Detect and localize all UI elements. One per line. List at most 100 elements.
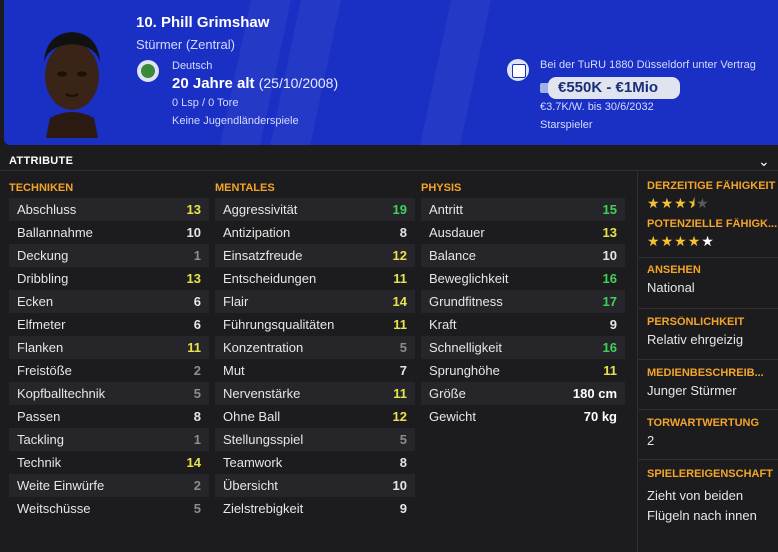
star-icon: ⯨ — [687, 195, 697, 211]
attribute-row[interactable]: Weitschüsse 5 — [9, 497, 209, 520]
star-icon: ★ — [696, 195, 710, 211]
physis-column: PHYSIS Antritt 15 Ausdauer 13 Balance 10 Beweg… — [421, 181, 625, 428]
attribute-row[interactable]: Mut 7 — [215, 359, 415, 382]
mentales-heading: MENTALES — [215, 182, 275, 194]
attribute-label: Ausdauer — [429, 225, 485, 240]
attribute-row[interactable]: Ausdauer 13 — [421, 221, 625, 244]
star-icon: ★ — [647, 195, 661, 211]
club-badge-icon[interactable] — [507, 59, 529, 81]
contract-info[interactable]: Bei der TuRU 1880 Düsseldorf unter Vertr… — [540, 59, 756, 71]
attribute-row[interactable]: Technik 14 — [9, 451, 209, 474]
attribute-value: 2 — [193, 363, 201, 378]
attribute-value: 6 — [193, 317, 201, 332]
international-apps: 0 Lsp / 0 Tore — [172, 97, 239, 109]
attribute-value: 14 — [392, 294, 407, 309]
attribute-row[interactable]: Dribbling 13 — [9, 267, 209, 290]
divider — [638, 359, 778, 360]
attribute-value: 13 — [602, 225, 617, 240]
attribute-row[interactable]: Stellungsspiel 5 — [215, 428, 415, 451]
potential-ability-stars: ★★★★★ — [647, 232, 777, 250]
attribute-value: 2 — [193, 478, 201, 493]
attribute-row[interactable]: Gewicht 70 kg — [421, 405, 625, 428]
player-trait-line[interactable]: Flügeln nach innen — [647, 506, 777, 526]
star-icon: ★ — [674, 195, 688, 211]
star-icon: ★ — [674, 233, 688, 249]
nation-badge-icon — [141, 64, 155, 78]
potential-ability-block: POTENZIELLE FÄHIGK... ★★★★★ — [647, 218, 777, 250]
attribute-row[interactable]: Ballannahme 10 — [9, 221, 209, 244]
divider — [638, 459, 778, 460]
attribute-row[interactable]: Antritt 15 — [421, 198, 625, 221]
attribute-row[interactable]: Antizipation 8 — [215, 221, 415, 244]
attribute-row[interactable]: Aggressivität 19 — [215, 198, 415, 221]
attribute-value: 11 — [393, 271, 407, 286]
attribute-row[interactable]: Flair 14 — [215, 290, 415, 313]
attribute-row[interactable]: Zielstrebigkeit 9 — [215, 497, 415, 520]
attribute-label: Elfmeter — [17, 317, 66, 332]
chevron-down-icon[interactable]: ⌄ — [758, 153, 770, 170]
attribute-row[interactable]: Deckung 1 — [9, 244, 209, 267]
reputation-heading: ANSEHEN — [647, 264, 701, 276]
player-portrait — [44, 32, 100, 138]
attribute-row[interactable]: Nervenstärke 11 — [215, 382, 415, 405]
attribute-value: 70 kg — [583, 409, 617, 424]
attribute-label: Grundfitness — [429, 294, 503, 309]
player-traits-heading: SPIELEREIGENSCHAFT — [647, 468, 773, 480]
media-description-value: Junger Stürmer — [647, 383, 737, 398]
media-description-block: MEDIENBESCHREIB... Junger Stürmer — [647, 367, 777, 401]
nation-flag-icon[interactable] — [137, 60, 159, 82]
personality-value: Relativ ehrgeizig — [647, 332, 744, 347]
attribute-row[interactable]: Entscheidungen 11 — [215, 267, 415, 290]
club-crest-icon — [512, 64, 526, 78]
star-icon: ★ — [660, 195, 675, 211]
attribute-row[interactable]: Übersicht 10 — [215, 474, 415, 497]
attribute-label: Antizipation — [223, 225, 291, 240]
transfer-value[interactable]: €550K - €1Mio — [548, 77, 680, 99]
attribute-row[interactable]: Kopfballtechnik 5 — [9, 382, 209, 405]
attribute-row[interactable]: Tackling 1 — [9, 428, 209, 451]
attribute-row[interactable]: Freistöße 2 — [9, 359, 209, 382]
attribute-label: Freistöße — [17, 363, 72, 378]
date-of-birth: (25/10/2008) — [258, 75, 339, 91]
attribute-label: Stellungsspiel — [223, 432, 304, 447]
attribute-row[interactable]: Elfmeter 6 — [9, 313, 209, 336]
attribute-row[interactable]: Balance 10 — [421, 244, 625, 267]
attribute-row[interactable]: Abschluss 13 — [9, 198, 209, 221]
player-trait-line[interactable]: Zieht von beiden — [647, 486, 777, 506]
attribute-value: 6 — [193, 294, 201, 309]
attribute-row[interactable]: Konzentration 5 — [215, 336, 415, 359]
attribute-row[interactable]: Führungsqualitäten 11 — [215, 313, 415, 336]
attribute-value: 12 — [392, 248, 407, 263]
attribute-label: Flair — [223, 294, 249, 309]
attribute-row[interactable]: Ohne Ball 12 — [215, 405, 415, 428]
nationality: Deutsch — [172, 60, 213, 72]
divider — [638, 409, 778, 410]
attribute-row[interactable]: Weite Einwürfe 2 — [9, 474, 209, 497]
star-icon: ★ — [660, 233, 675, 249]
attribute-label: Beweglichkeit — [429, 271, 509, 286]
attribute-row[interactable]: Grundfitness 17 — [421, 290, 625, 313]
attribute-row[interactable]: Sprunghöhe 11 — [421, 359, 625, 382]
reputation-block: ANSEHEN National — [647, 264, 777, 298]
attribute-value: 17 — [602, 294, 617, 309]
star-icon: ★ — [647, 233, 661, 249]
techniken-column: TECHNIKEN Abschluss 13 Ballannahme 10 Deckun… — [9, 181, 209, 520]
attribute-row[interactable]: Teamwork 8 — [215, 451, 415, 474]
attribute-row[interactable]: Passen 8 — [9, 405, 209, 428]
gk-rating-value: 2 — [647, 433, 655, 448]
attribute-value: 1 — [193, 248, 201, 263]
attribute-row[interactable]: Kraft 9 — [421, 313, 625, 336]
attribute-label: Teamwork — [223, 455, 283, 470]
attribute-value: 8 — [399, 455, 407, 470]
attributes-title[interactable]: ATTRIBUTE — [9, 155, 73, 167]
attribute-row[interactable]: Ecken 6 — [9, 290, 209, 313]
gk-rating-block: TORWARTWERTUNG 2 — [647, 417, 777, 451]
attribute-row[interactable]: Schnelligkeit 16 — [421, 336, 625, 359]
attribute-row[interactable]: Beweglichkeit 16 — [421, 267, 625, 290]
player-name: 10. Phill Grimshaw — [136, 14, 270, 31]
attribute-value: 5 — [399, 432, 407, 447]
attribute-row[interactable]: Größe 180 cm — [421, 382, 625, 405]
attribute-row[interactable]: Einsatzfreude 12 — [215, 244, 415, 267]
attribute-row[interactable]: Flanken 11 — [9, 336, 209, 359]
attribute-label: Einsatzfreude — [223, 248, 303, 263]
